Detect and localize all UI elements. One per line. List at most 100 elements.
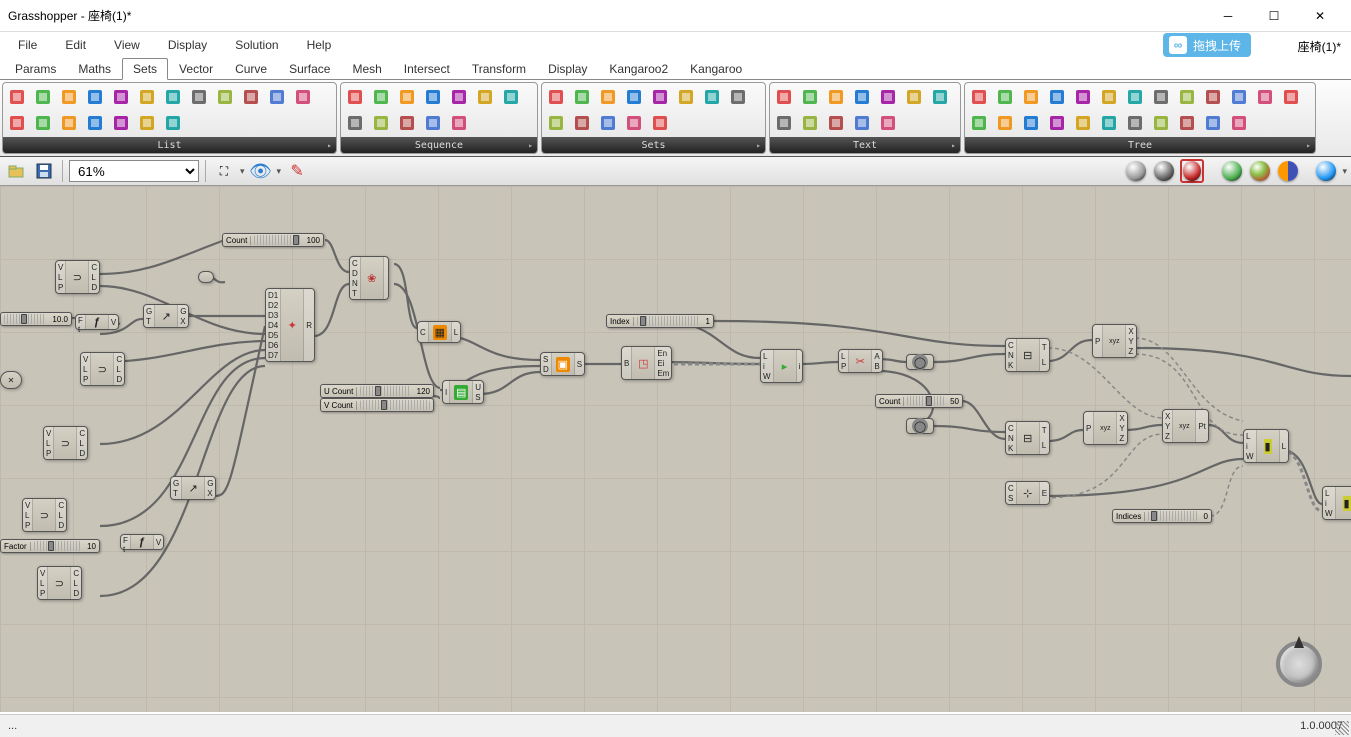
tab-intersect[interactable]: Intersect [393, 58, 461, 79]
component-list-item[interactable]: LiW▮L [1322, 486, 1351, 520]
slider-vcount[interactable]: V Count [320, 398, 434, 412]
ribbon-icon[interactable] [83, 85, 107, 109]
ribbon-icon[interactable] [967, 111, 991, 135]
component-partition[interactable]: CNK⊟TL [1005, 421, 1050, 455]
zoom-extents-button[interactable]: ⛶ [212, 159, 236, 183]
ribbon-label-text[interactable]: Text [770, 137, 960, 153]
output-port[interactable]: R [306, 320, 312, 330]
display-selected-button[interactable] [1180, 159, 1204, 183]
input-port[interactable]: V [46, 428, 51, 438]
input-port[interactable]: D1 [268, 290, 278, 300]
close-button[interactable]: ✕ [1297, 1, 1343, 31]
input-port[interactable]: P [83, 374, 88, 384]
ribbon-icon[interactable] [824, 85, 848, 109]
ribbon-icon[interactable] [876, 85, 900, 109]
input-port[interactable]: t [78, 325, 83, 334]
ribbon-icon[interactable] [447, 111, 471, 135]
tab-display[interactable]: Display [537, 58, 598, 79]
ribbon-icon[interactable] [135, 85, 159, 109]
ribbon-icon[interactable] [850, 111, 874, 135]
input-port[interactable]: i [1325, 498, 1333, 508]
output-port[interactable]: L [79, 438, 85, 448]
ribbon-icon[interactable] [993, 85, 1017, 109]
compass-widget[interactable] [1269, 634, 1329, 694]
ribbon-icon[interactable] [622, 111, 646, 135]
input-port[interactable]: L [763, 351, 771, 361]
gumball-button[interactable] [1314, 159, 1338, 183]
output-port[interactable]: D [79, 448, 85, 458]
ribbon-icon[interactable] [1227, 111, 1251, 135]
output-port[interactable]: L [1042, 441, 1047, 451]
sketch-button[interactable]: ✎ [285, 159, 309, 183]
ribbon-icon[interactable] [772, 85, 796, 109]
ribbon-icon[interactable] [369, 111, 393, 135]
input-port[interactable]: V [83, 354, 88, 364]
input-port[interactable]: S [543, 354, 549, 364]
output-port[interactable]: X [180, 316, 186, 326]
ribbon-icon[interactable] [161, 85, 185, 109]
tab-vector[interactable]: Vector [168, 58, 224, 79]
ribbon-icon[interactable] [343, 85, 367, 109]
ribbon-icon[interactable] [447, 85, 471, 109]
component-loft[interactable]: CDNT❀ [349, 256, 389, 300]
ribbon-icon[interactable] [1175, 85, 1199, 109]
ribbon-icon[interactable] [1019, 85, 1043, 109]
component-brep[interactable]: B◳EnEiEm [621, 346, 672, 380]
ribbon-icon[interactable] [544, 111, 568, 135]
open-button[interactable] [4, 159, 28, 183]
slider-count2[interactable]: Count 50 [875, 394, 963, 408]
input-port[interactable]: P [1095, 336, 1100, 346]
output-port[interactable]: Em [657, 368, 669, 378]
input-port[interactable]: W [763, 371, 771, 381]
ribbon-icon[interactable] [1097, 111, 1121, 135]
component-explode[interactable]: CS⊹E [1005, 481, 1050, 505]
ribbon-icon[interactable] [265, 85, 289, 109]
menu-solution[interactable]: Solution [221, 34, 292, 56]
component-divide[interactable]: VLP⊃CLD [37, 566, 82, 600]
input-port[interactable]: D7 [268, 350, 278, 360]
ribbon-icon[interactable] [239, 85, 263, 109]
preview-split-button[interactable] [1276, 159, 1300, 183]
output-port[interactable]: C [58, 500, 64, 510]
input-port[interactable]: i [1246, 441, 1254, 451]
component-eval[interactable]: FtƒV [120, 534, 164, 550]
ribbon-icon[interactable] [850, 85, 874, 109]
output-port[interactable]: E [1042, 488, 1047, 498]
output-port[interactable]: D [58, 520, 64, 530]
param-curve[interactable]: ◯ [906, 354, 934, 370]
param-data[interactable]: ✕ [0, 371, 22, 389]
ribbon-icon[interactable] [1071, 85, 1095, 109]
output-port[interactable]: G [207, 478, 213, 488]
output-port[interactable]: L [116, 364, 122, 374]
ribbon-icon[interactable] [570, 85, 594, 109]
component-partition[interactable]: CNK⊟TL [1005, 338, 1050, 372]
input-port[interactable]: D4 [268, 320, 278, 330]
ribbon-icon[interactable] [648, 111, 672, 135]
upload-button[interactable]: ∞ 拖拽上传 [1163, 33, 1251, 57]
output-port[interactable]: Y [1128, 336, 1133, 346]
output-port[interactable]: T [1042, 343, 1047, 353]
ribbon-icon[interactable] [369, 85, 393, 109]
input-port[interactable]: K [1008, 360, 1014, 370]
ribbon-icon[interactable] [1045, 85, 1069, 109]
ribbon-icon[interactable] [1123, 85, 1147, 109]
input-port[interactable]: Z [1165, 431, 1170, 441]
ribbon-icon[interactable] [473, 85, 497, 109]
ribbon-label-sequence[interactable]: Sequence [341, 137, 537, 153]
output-port[interactable]: D [91, 282, 97, 292]
output-port[interactable]: V [156, 537, 161, 547]
preview-green-button[interactable] [1220, 159, 1244, 183]
menu-view[interactable]: View [100, 34, 154, 56]
maximize-button[interactable]: ☐ [1251, 1, 1297, 31]
ribbon-icon[interactable] [824, 111, 848, 135]
output-port[interactable]: T [1042, 426, 1047, 436]
input-port[interactable]: P [1086, 423, 1091, 433]
input-port[interactable]: N [1008, 350, 1014, 360]
input-port[interactable]: L [46, 438, 51, 448]
ribbon-label-sets[interactable]: Sets [542, 137, 765, 153]
ribbon-icon[interactable] [1279, 85, 1303, 109]
ribbon-icon[interactable] [622, 85, 646, 109]
output-port[interactable]: X [1119, 413, 1124, 423]
input-port[interactable]: G [173, 478, 179, 488]
component-divide[interactable]: VLP⊃CLD [22, 498, 67, 532]
